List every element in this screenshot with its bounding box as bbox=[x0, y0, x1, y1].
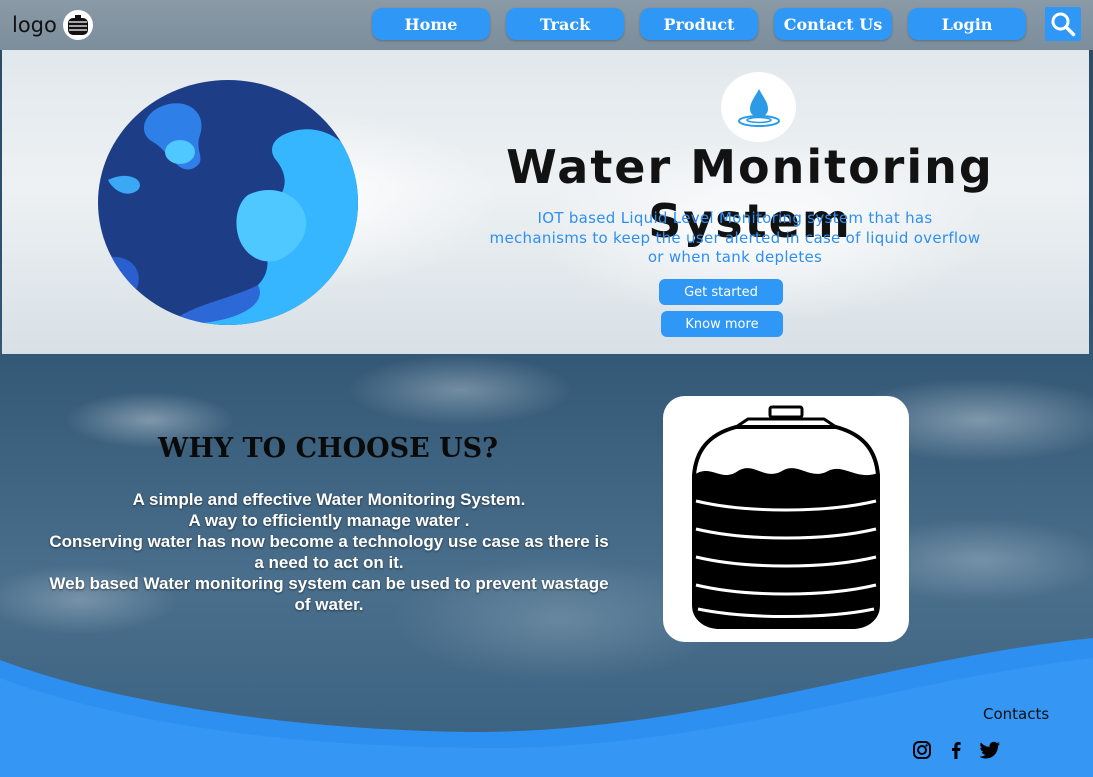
know-more-button[interactable]: Know more bbox=[661, 311, 783, 337]
main-nav: Home Track Product Contact Us Login bbox=[372, 8, 1026, 40]
nav-product-button[interactable]: Product bbox=[640, 8, 758, 40]
search-button[interactable] bbox=[1045, 7, 1081, 41]
logo[interactable]: logo bbox=[12, 10, 93, 40]
hero-subtitle: IOT based Liquid Level Monitoring system… bbox=[462, 209, 1008, 268]
why-line: Conserving water has now become a techno… bbox=[49, 532, 609, 551]
get-started-button[interactable]: Get started bbox=[659, 279, 783, 305]
hero-subtitle-line: or when tank depletes bbox=[647, 248, 823, 266]
tank-logo-icon bbox=[62, 10, 93, 40]
page: logo Home Track Product Contact Us Login bbox=[0, 0, 1093, 777]
hero-blob-illustration bbox=[98, 80, 358, 325]
nav-contact-us-button[interactable]: Contact Us bbox=[774, 8, 892, 40]
water-tank-image bbox=[663, 396, 909, 642]
nav-home-button[interactable]: Home bbox=[372, 8, 490, 40]
nav-track-button[interactable]: Track bbox=[506, 8, 624, 40]
why-choose-us-text: A simple and effective Water Monitoring … bbox=[44, 489, 614, 615]
water-drop-icon bbox=[721, 72, 796, 142]
why-line: a need to act on it. bbox=[254, 553, 404, 572]
social-links bbox=[911, 739, 1001, 761]
logo-text: logo bbox=[12, 13, 57, 37]
search-icon bbox=[1051, 12, 1076, 37]
why-choose-us-heading: WHY TO CHOOSE US? bbox=[158, 433, 498, 464]
top-nav-bar: logo Home Track Product Contact Us Login bbox=[0, 0, 1093, 50]
why-line: A way to efficiently manage water . bbox=[188, 511, 470, 530]
hero-subtitle-line: mechanisms to keep the user alerted in c… bbox=[489, 228, 981, 247]
why-line: A simple and effective Water Monitoring … bbox=[132, 490, 526, 509]
why-line: Web based Water monitoring system can be… bbox=[49, 574, 609, 593]
twitter-icon[interactable] bbox=[979, 739, 1001, 761]
hero-subtitle-line: IOT based Liquid Level Monitoring system… bbox=[537, 209, 933, 227]
contacts-label: Contacts bbox=[983, 705, 1050, 723]
instagram-icon[interactable] bbox=[911, 739, 933, 761]
why-line: of water. bbox=[294, 595, 364, 614]
nav-login-button[interactable]: Login bbox=[908, 8, 1026, 40]
facebook-icon[interactable] bbox=[945, 739, 967, 761]
